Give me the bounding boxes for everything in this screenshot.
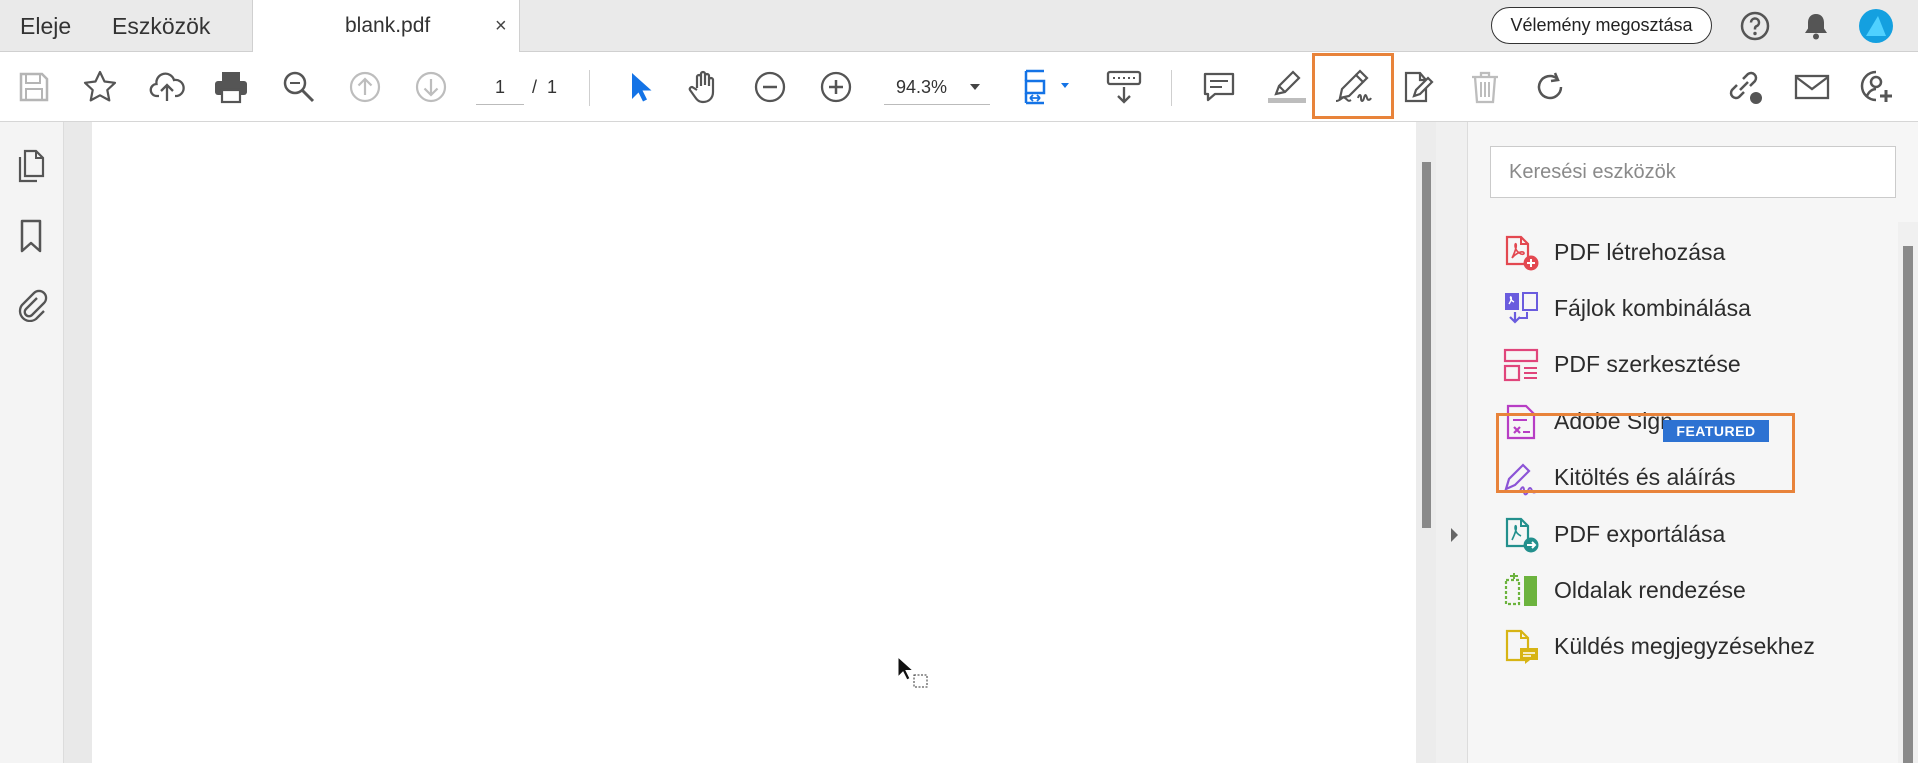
main-toolbar: 1 / 1 94.3% (0, 52, 1918, 122)
scrollbar-thumb[interactable] (1903, 246, 1913, 763)
page-thumbnails-icon[interactable] (14, 148, 48, 184)
search-tools-input[interactable] (1490, 146, 1896, 198)
pane-divider[interactable] (1436, 122, 1468, 763)
left-navigation-pane (0, 122, 81, 763)
tool-label: Küldés megjegyzésekhez (1554, 633, 1815, 659)
trash-icon[interactable] (1466, 68, 1504, 106)
tab-document[interactable]: blank.pdf × (252, 0, 520, 53)
zoom-in-icon[interactable] (817, 68, 855, 106)
attachment-icon[interactable] (14, 286, 48, 322)
bookmark-icon[interactable] (16, 218, 46, 254)
tool-send-for-comments[interactable]: Küldés megjegyzésekhez (1502, 622, 1815, 670)
toolbar-divider (1171, 70, 1172, 106)
tool-combine-files[interactable]: Fájlok kombinálása (1502, 284, 1802, 332)
zoom-level-select[interactable]: 94.3% (884, 70, 990, 105)
document-tab-title: blank.pdf (345, 14, 431, 37)
avatar[interactable] (1858, 8, 1894, 44)
mouse-cursor-icon (896, 655, 936, 695)
page-total: 1 (547, 77, 558, 97)
tool-label: Oldalak rendezése (1554, 577, 1746, 603)
send-comments-icon (1502, 628, 1540, 666)
zoom-out-icon[interactable] (751, 68, 789, 106)
chevron-down-icon (970, 84, 980, 90)
help-icon[interactable] (1739, 10, 1771, 42)
sign-tool-highlight (1312, 53, 1394, 119)
save-icon[interactable] (15, 68, 53, 106)
tool-organize-pages[interactable]: Oldalak rendezése (1502, 566, 1802, 614)
highlighter-icon[interactable] (1266, 68, 1308, 106)
tool-label: PDF exportálása (1554, 521, 1726, 547)
document-view (64, 122, 1468, 763)
expand-right-pane-icon[interactable] (1447, 525, 1461, 545)
tab-tools[interactable]: Eszközök (112, 0, 210, 52)
tool-label: Fájlok kombinálása (1554, 295, 1751, 321)
document-scrollbar[interactable] (1416, 122, 1436, 763)
pdf-page[interactable] (92, 122, 1417, 763)
organize-pages-icon (1502, 572, 1540, 610)
edit-document-icon[interactable] (1398, 68, 1436, 106)
scroll-mode-icon[interactable] (1104, 68, 1144, 106)
upload-cloud-icon[interactable] (148, 68, 186, 106)
email-icon[interactable] (1793, 68, 1831, 106)
next-page-icon[interactable] (412, 68, 450, 106)
page-separator: / (532, 77, 538, 97)
toolbar-divider (589, 70, 590, 106)
adobe-sign-highlight (1496, 413, 1795, 493)
tab-home[interactable]: Eleje (20, 0, 71, 52)
tab-bar: Eleje Eszközök blank.pdf × Vélemény mego… (0, 0, 1918, 53)
page-number-input[interactable]: 1 (476, 70, 524, 105)
comment-icon[interactable] (1200, 68, 1238, 106)
zoom-level-value: 94.3% (896, 77, 948, 97)
tool-label: PDF szerkesztése (1554, 351, 1741, 377)
page-count: / 1 (532, 70, 557, 104)
edit-pdf-icon (1502, 346, 1540, 384)
export-pdf-icon (1502, 516, 1540, 554)
tools-pane-scrollbar[interactable] (1898, 222, 1918, 763)
tool-edit-pdf[interactable]: PDF szerkesztése (1502, 340, 1802, 388)
print-icon[interactable] (212, 68, 250, 106)
page-fit-icon[interactable] (1020, 68, 1074, 106)
feedback-button[interactable]: Vélemény megosztása (1491, 7, 1712, 44)
star-icon[interactable] (81, 68, 119, 106)
tool-export-pdf[interactable]: PDF exportálása (1502, 510, 1802, 558)
hand-tool-icon[interactable] (685, 68, 723, 106)
tool-create-pdf[interactable]: PDF létrehozása (1502, 228, 1802, 276)
scrollbar-thumb[interactable] (1422, 162, 1431, 528)
select-tool-icon[interactable] (620, 68, 658, 106)
create-pdf-icon (1502, 234, 1540, 272)
tool-label: PDF létrehozása (1554, 239, 1726, 265)
find-icon[interactable] (280, 68, 318, 106)
previous-page-icon[interactable] (346, 68, 384, 106)
share-link-icon[interactable] (1724, 68, 1764, 106)
bell-icon[interactable] (1801, 10, 1831, 42)
add-user-icon[interactable] (1858, 68, 1896, 106)
rotate-icon[interactable] (1531, 68, 1569, 106)
close-tab-icon[interactable]: × (495, 0, 507, 52)
combine-files-icon (1502, 290, 1540, 328)
